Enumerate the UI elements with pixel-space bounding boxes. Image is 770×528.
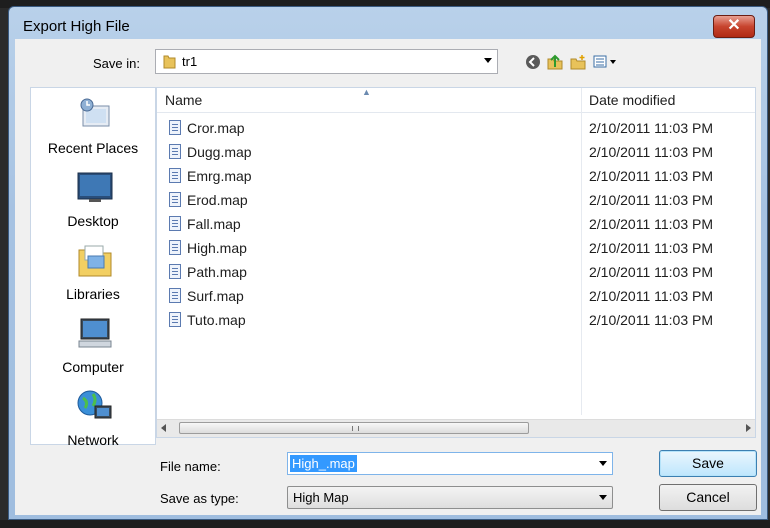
save-in-value: tr1 (182, 54, 198, 69)
background-app-strip-bottom (0, 520, 770, 528)
file-date: 2/10/2011 11:03 PM (589, 288, 714, 304)
place-label: Recent Places (47, 140, 139, 156)
file-row[interactable]: Cror.map 2/10/2011 11:03 PM (157, 116, 755, 140)
file-row[interactable]: Emrg.map 2/10/2011 11:03 PM (157, 164, 755, 188)
map-file-icon (169, 312, 181, 327)
close-icon: ✕ (727, 17, 741, 34)
file-date: 2/10/2011 11:03 PM (589, 216, 714, 232)
file-row[interactable]: Dugg.map 2/10/2011 11:03 PM (157, 140, 755, 164)
desktop-icon (77, 172, 113, 202)
place-label: Computer (62, 359, 124, 375)
place-label: Network (67, 432, 119, 448)
save-as-type-select[interactable]: High Map (287, 486, 613, 509)
file-name: High.map (187, 240, 247, 256)
file-name-field[interactable]: High_.map (287, 452, 613, 475)
chevron-down-icon[interactable] (484, 58, 492, 63)
recent-places-icon (80, 98, 110, 127)
file-name: Surf.map (187, 288, 244, 304)
map-file-icon (169, 216, 181, 231)
file-name: Dugg.map (187, 144, 252, 160)
file-date: 2/10/2011 11:03 PM (589, 168, 714, 184)
file-name-label: File name: (160, 459, 221, 474)
place-libraries[interactable]: Libraries (31, 242, 155, 310)
place-label: Libraries (66, 286, 120, 302)
folder-icon (163, 55, 176, 69)
file-name: Path.map (187, 264, 247, 280)
map-file-icon (169, 168, 181, 183)
libraries-icon (78, 245, 112, 277)
map-file-icon (169, 120, 181, 135)
map-file-icon (169, 264, 181, 279)
close-button[interactable]: ✕ (713, 15, 755, 38)
file-row[interactable]: Fall.map 2/10/2011 11:03 PM (157, 212, 755, 236)
cancel-button[interactable]: Cancel (659, 484, 757, 511)
file-name-value: High_.map (290, 455, 357, 472)
save-button[interactable]: Save (659, 450, 757, 477)
file-date: 2/10/2011 11:03 PM (589, 120, 714, 136)
chevron-down-icon[interactable] (599, 461, 607, 466)
map-file-icon (169, 144, 181, 159)
places-bar: Recent Places Desktop Libraries Computer (30, 87, 156, 448)
file-name: Erod.map (187, 192, 248, 208)
sort-ascending-icon: ▲ (362, 87, 371, 97)
file-date: 2/10/2011 11:03 PM (589, 312, 714, 328)
place-label: Desktop (67, 213, 119, 229)
place-computer[interactable]: Computer (31, 315, 155, 383)
file-date: 2/10/2011 11:03 PM (589, 240, 714, 256)
file-row[interactable]: High.map 2/10/2011 11:03 PM (157, 236, 755, 260)
file-name: Fall.map (187, 216, 241, 232)
scroll-right-icon[interactable] (746, 424, 751, 432)
grip-icon (352, 426, 359, 431)
place-network[interactable]: Network (31, 388, 155, 456)
file-name: Cror.map (187, 120, 245, 136)
file-list[interactable]: ▲ Name Date modified Cror.map 2/10/2011 1… (156, 87, 756, 438)
file-row[interactable]: Erod.map 2/10/2011 11:03 PM (157, 188, 755, 212)
save-in-combo[interactable]: tr1 (155, 49, 498, 74)
place-desktop[interactable]: Desktop (31, 169, 155, 237)
export-dialog: Export High File ✕ Save in: tr1 Recent P… (8, 6, 768, 520)
save-as-type-label: Save as type: (160, 491, 239, 506)
file-name: Emrg.map (187, 168, 252, 184)
new-folder-icon[interactable] (569, 53, 587, 71)
save-in-label: Save in: (93, 56, 140, 71)
up-folder-icon[interactable] (546, 53, 564, 71)
save-as-type-value: High Map (293, 490, 349, 505)
column-header-date-modified[interactable]: Date modified (589, 92, 675, 108)
column-header-name[interactable]: Name (165, 92, 202, 108)
file-row[interactable]: Tuto.map 2/10/2011 11:03 PM (157, 308, 755, 332)
file-name: Tuto.map (187, 312, 246, 328)
views-menu-icon[interactable] (592, 53, 620, 71)
file-date: 2/10/2011 11:03 PM (589, 264, 714, 280)
file-row[interactable]: Surf.map 2/10/2011 11:03 PM (157, 284, 755, 308)
dialog-title: Export High File (23, 18, 130, 35)
file-date: 2/10/2011 11:03 PM (589, 192, 714, 208)
back-icon[interactable] (524, 53, 542, 71)
map-file-icon (169, 192, 181, 207)
network-icon (77, 390, 112, 419)
horizontal-scrollbar[interactable] (157, 419, 755, 437)
chevron-down-icon[interactable] (599, 495, 607, 500)
file-date: 2/10/2011 11:03 PM (589, 144, 714, 160)
map-file-icon (169, 288, 181, 303)
map-file-icon (169, 240, 181, 255)
place-recent-places[interactable]: Recent Places (31, 96, 155, 164)
scroll-left-icon[interactable] (161, 424, 166, 432)
dialog-client-area: Save in: tr1 Recent Places Desktop Libra… (15, 39, 761, 515)
computer-icon (78, 318, 112, 348)
scrollbar-thumb[interactable] (179, 422, 529, 434)
file-row[interactable]: Path.map 2/10/2011 11:03 PM (157, 260, 755, 284)
column-header-row: ▲ Name Date modified (157, 87, 755, 113)
